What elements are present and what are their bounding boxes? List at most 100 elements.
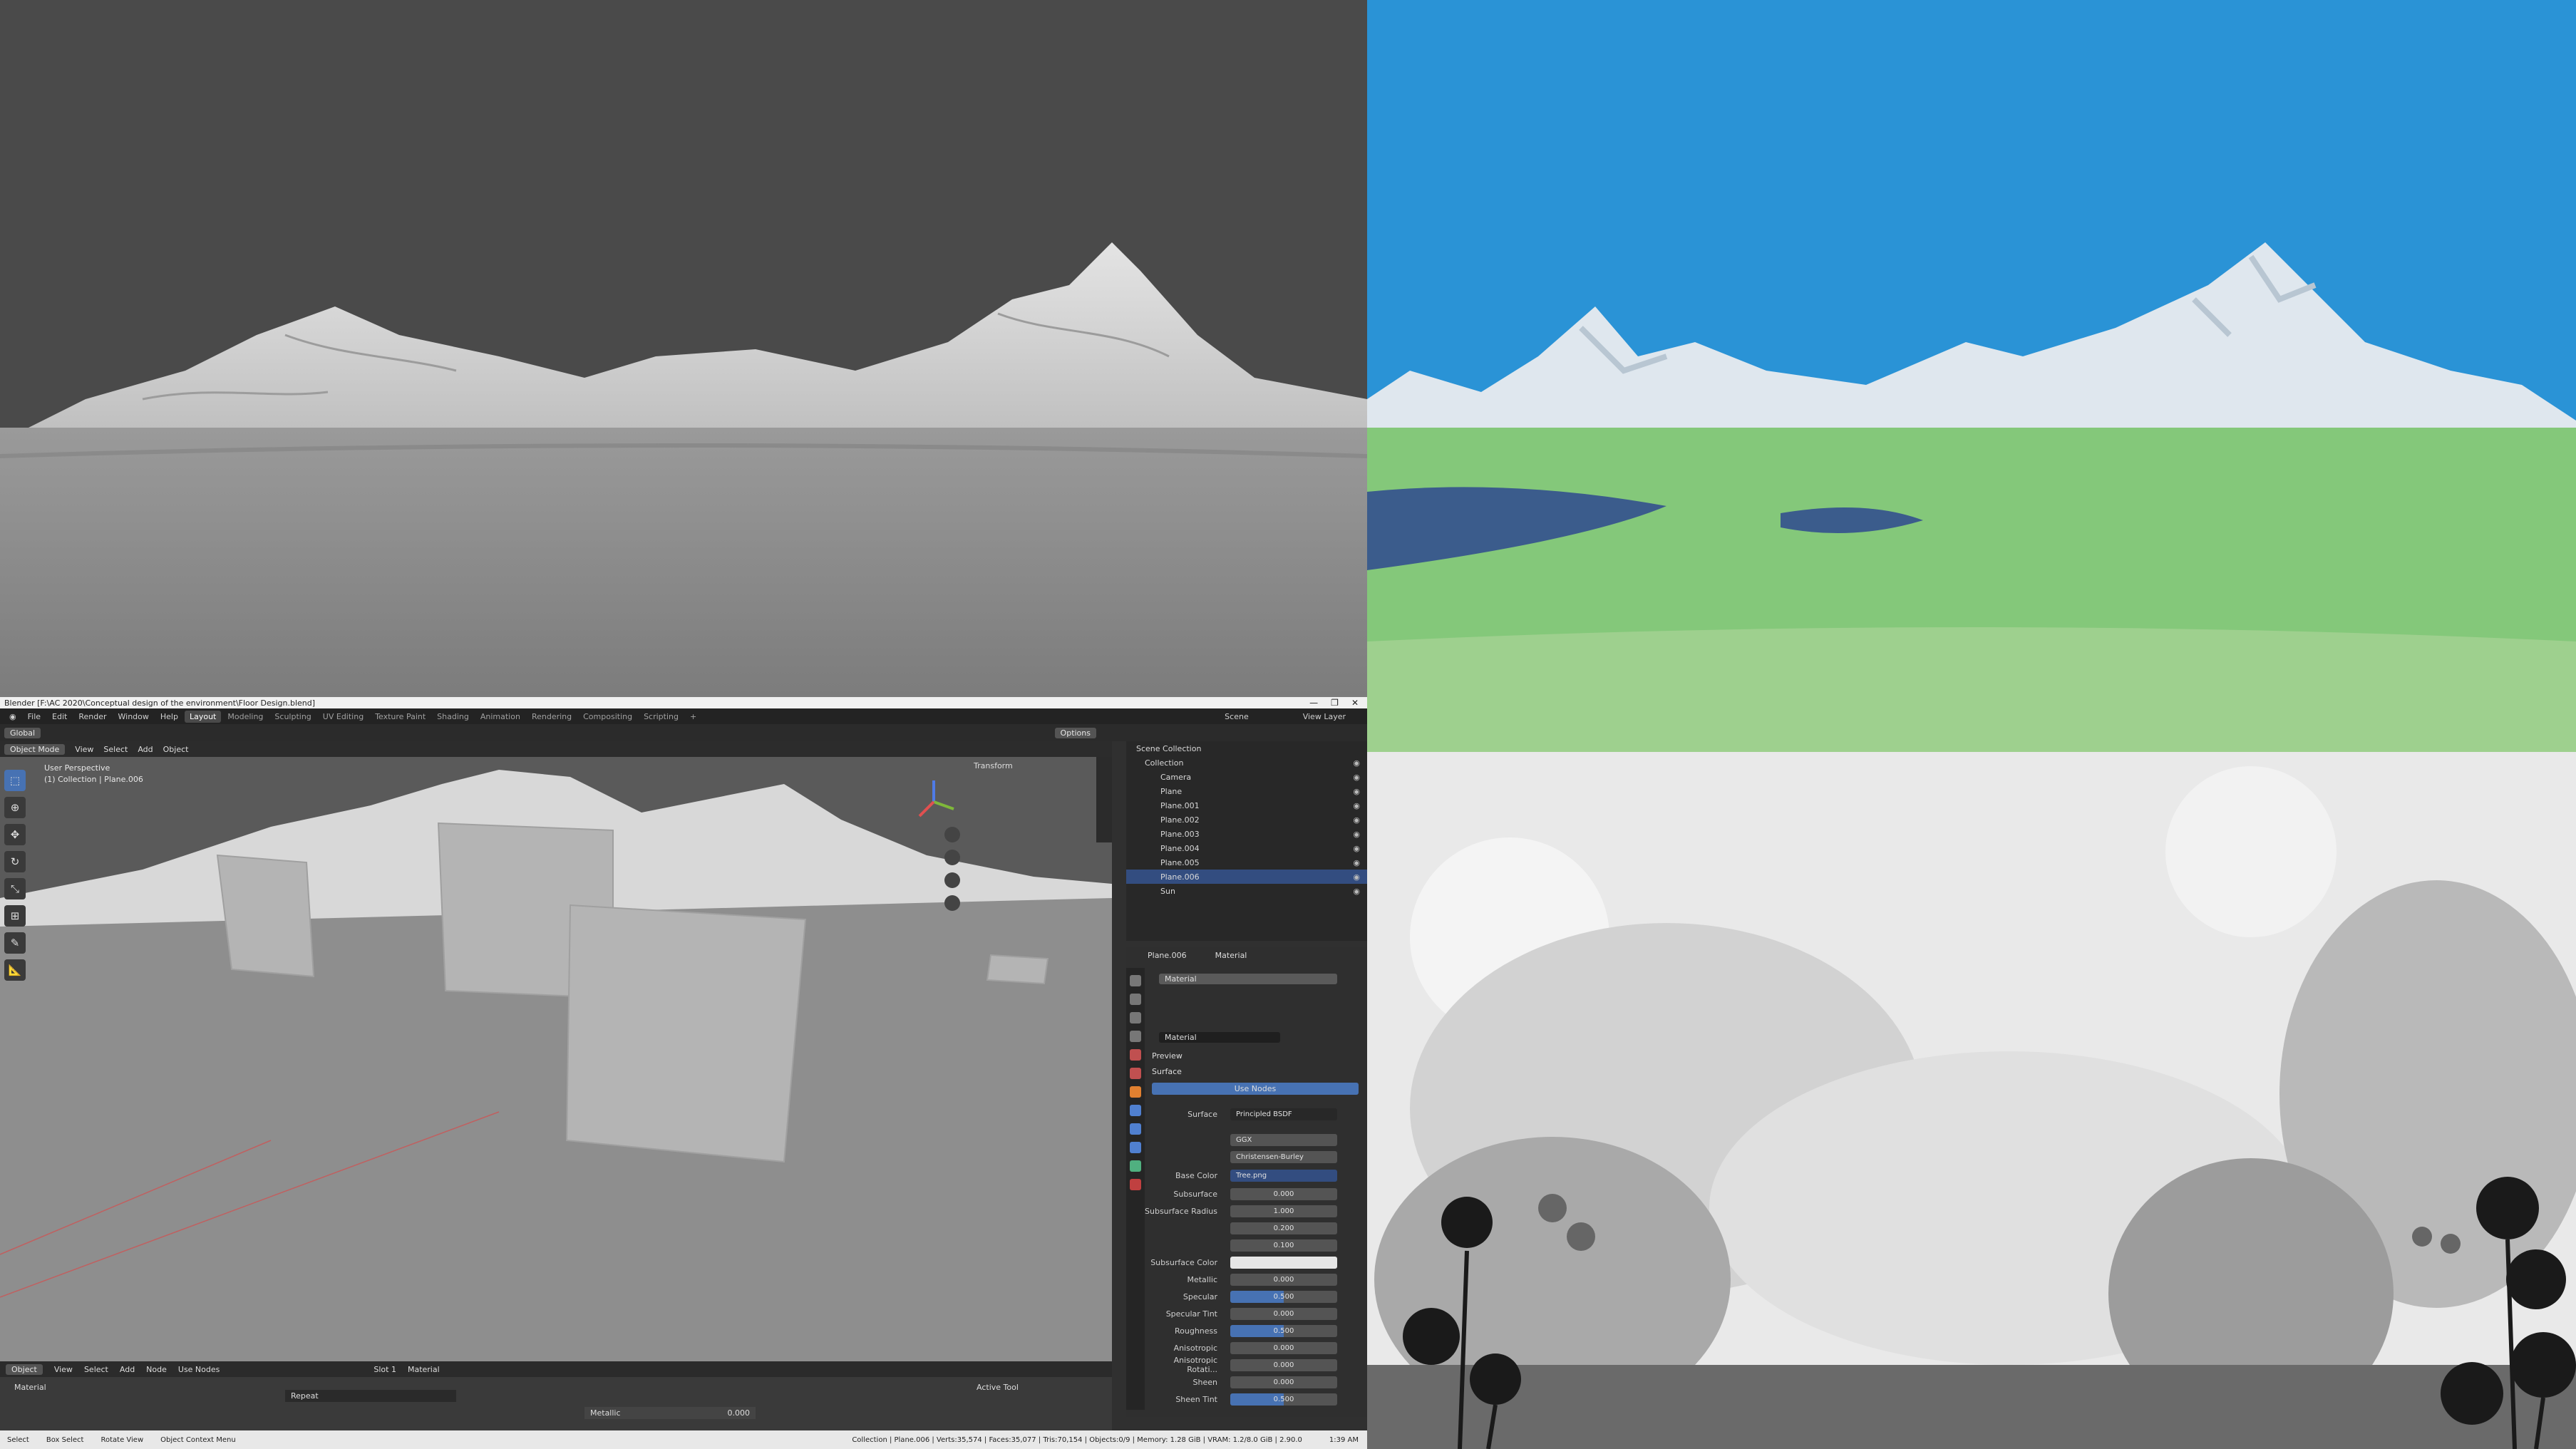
close-button[interactable]: ✕ — [1351, 698, 1359, 708]
use-nodes-button[interactable]: Use Nodes — [1152, 1082, 1359, 1095]
visibility-eye-icon[interactable]: ◉ — [1353, 773, 1360, 782]
camera-view-icon[interactable] — [944, 872, 960, 888]
output-tab-icon[interactable] — [1130, 1012, 1141, 1023]
use-nodes-checkbox[interactable]: Use Nodes — [178, 1365, 220, 1374]
viewport-menu-object[interactable]: Object — [163, 745, 189, 754]
physics-tab-icon[interactable] — [1130, 1142, 1141, 1153]
transform-panel-label[interactable]: Transform — [974, 761, 1013, 770]
visibility-eye-icon[interactable]: ◉ — [1353, 887, 1360, 896]
pan-hand-icon[interactable] — [944, 850, 960, 865]
modifier-tab-icon[interactable] — [1130, 1105, 1141, 1116]
zoom-icon[interactable] — [944, 827, 960, 842]
material-slot-row[interactable]: Material — [1145, 971, 1367, 986]
property-value-field[interactable]: 0.200 — [1230, 1222, 1337, 1234]
node-menu-view[interactable]: View — [54, 1365, 73, 1374]
blender-logo-icon[interactable]: ◉ — [4, 711, 21, 723]
world-tab-icon[interactable] — [1130, 1068, 1141, 1079]
property-value-field[interactable]: 0.500 — [1230, 1393, 1337, 1406]
object-mode-dropdown[interactable]: Object Mode — [4, 743, 66, 755]
select-tool-icon[interactable]: ⬚ — [4, 770, 26, 791]
distribution-dropdown[interactable]: GGX — [1230, 1133, 1337, 1146]
tab-scripting[interactable]: Scripting — [639, 711, 684, 723]
options-dropdown[interactable]: Options — [1054, 727, 1096, 738]
object-tab-icon[interactable] — [1130, 1086, 1141, 1098]
scene-selector[interactable]: Scene — [1220, 711, 1254, 723]
rotate-tool-icon[interactable]: ↻ — [4, 851, 26, 872]
property-value-field[interactable]: 0.000 — [1230, 1273, 1337, 1286]
transform-tool-icon[interactable]: ⊞ — [4, 905, 26, 927]
outliner-item-plane-001[interactable]: Plane.001 ◉ — [1126, 798, 1367, 813]
viewport-menu-view[interactable]: View — [75, 745, 93, 754]
material-tab-icon[interactable] — [1130, 1179, 1141, 1190]
data-tab-icon[interactable] — [1130, 1160, 1141, 1172]
transform-orientation-dropdown[interactable]: Global — [4, 727, 41, 738]
menu-file[interactable]: File — [23, 711, 46, 723]
visibility-eye-icon[interactable]: ◉ — [1353, 787, 1360, 796]
property-value-field[interactable]: 0.000 — [1230, 1376, 1337, 1388]
property-value-field[interactable]: 1.000 — [1230, 1205, 1337, 1217]
active-tool-panel[interactable]: Active Tool — [977, 1383, 1019, 1392]
menu-help[interactable]: Help — [155, 711, 183, 723]
extension-dropdown[interactable]: Repeat — [285, 1390, 456, 1402]
outliner-item-plane-005[interactable]: Plane.005 ◉ — [1126, 855, 1367, 870]
scene-tab-icon[interactable] — [1130, 1049, 1141, 1061]
visibility-eye-icon[interactable]: ◉ — [1353, 801, 1360, 810]
metallic-socket[interactable]: Metallic 0.000 — [584, 1407, 756, 1419]
outliner-item-plane-002[interactable]: Plane.002 ◉ — [1126, 813, 1367, 827]
node-menu-add[interactable]: Add — [120, 1365, 135, 1374]
menu-edit[interactable]: Edit — [47, 711, 72, 723]
tab-uv-editing[interactable]: UV Editing — [318, 711, 369, 723]
property-value-field[interactable]: 0.000 — [1230, 1341, 1337, 1354]
scale-tool-icon[interactable]: ⤡ — [4, 878, 26, 899]
property-value-field[interactable] — [1230, 1256, 1337, 1269]
property-value-field[interactable]: 0.100 — [1230, 1239, 1337, 1252]
tab-rendering[interactable]: Rendering — [527, 711, 577, 723]
tab-compositing[interactable]: Compositing — [578, 711, 637, 723]
tab-layout[interactable]: Layout — [184, 710, 222, 723]
surface-shader-dropdown[interactable]: Principled BSDF — [1230, 1108, 1337, 1120]
tab-modeling[interactable]: Modeling — [222, 711, 268, 723]
visibility-eye-icon[interactable]: ◉ — [1353, 844, 1360, 853]
visibility-eye-icon[interactable]: ◉ — [1353, 758, 1360, 768]
grid-view-icon[interactable] — [944, 895, 960, 911]
add-workspace-button[interactable]: + — [685, 711, 701, 723]
3d-viewport[interactable]: Object Mode View Select Add Object User … — [0, 741, 1112, 1361]
tab-sculpting[interactable]: Sculpting — [269, 711, 316, 723]
outliner-item-plane-004[interactable]: Plane.004 ◉ — [1126, 841, 1367, 855]
tool-tab-icon[interactable] — [1130, 975, 1141, 986]
visibility-eye-icon[interactable]: ◉ — [1353, 815, 1360, 825]
tab-animation[interactable]: Animation — [475, 711, 525, 723]
subsurface-method-dropdown[interactable]: Christensen-Burley — [1230, 1150, 1337, 1163]
outliner-item-plane[interactable]: Plane ◉ — [1126, 784, 1367, 798]
move-tool-icon[interactable]: ✥ — [4, 824, 26, 845]
tab-shading[interactable]: Shading — [432, 711, 474, 723]
menu-render[interactable]: Render — [73, 711, 111, 723]
tab-texture-paint[interactable]: Texture Paint — [370, 711, 431, 723]
node-menu-node[interactable]: Node — [146, 1365, 167, 1374]
property-value-field[interactable]: 0.000 — [1230, 1307, 1337, 1320]
preview-section-header[interactable]: Preview — [1145, 1048, 1367, 1063]
render-tab-icon[interactable] — [1130, 994, 1141, 1005]
outliner-item-plane-003[interactable]: Plane.003 ◉ — [1126, 827, 1367, 841]
outliner-collection[interactable]: Collection ◉ — [1126, 756, 1367, 770]
property-value-field[interactable]: 0.000 — [1230, 1358, 1337, 1371]
surface-section-header[interactable]: Surface — [1145, 1063, 1367, 1079]
cursor-tool-icon[interactable]: ⊕ — [4, 797, 26, 818]
menu-window[interactable]: Window — [113, 711, 154, 723]
node-material-dropdown[interactable]: Material — [408, 1365, 440, 1374]
view-layer-selector[interactable]: View Layer — [1298, 711, 1367, 723]
view-layer-tab-icon[interactable] — [1130, 1031, 1141, 1042]
node-editor-mode-dropdown[interactable]: Object — [6, 1363, 43, 1375]
visibility-eye-icon[interactable]: ◉ — [1353, 830, 1360, 839]
maximize-button[interactable]: ❐ — [1331, 698, 1339, 708]
outliner-item-sun[interactable]: Sun ◉ — [1126, 884, 1367, 898]
minimize-button[interactable]: — — [1309, 698, 1318, 708]
property-value-field[interactable]: 0.000 — [1230, 1187, 1337, 1200]
particles-tab-icon[interactable] — [1130, 1123, 1141, 1135]
property-value-field[interactable]: 0.500 — [1230, 1290, 1337, 1303]
outliner-item-camera[interactable]: Camera ◉ — [1126, 770, 1367, 784]
visibility-eye-icon[interactable]: ◉ — [1353, 858, 1360, 867]
viewport-menu-select[interactable]: Select — [103, 745, 128, 754]
base-color-texture-field[interactable]: Tree.png — [1230, 1169, 1337, 1182]
viewport-menu-add[interactable]: Add — [138, 745, 153, 754]
